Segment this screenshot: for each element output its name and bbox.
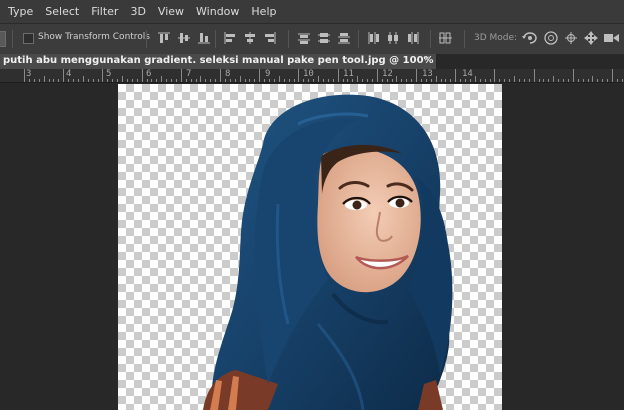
- ruler-label: 4: [66, 69, 72, 79]
- ruler-label: 5: [106, 69, 112, 79]
- horizontal-ruler: 3 4 5 6 7 8 9 10 11 12 13 14: [0, 69, 624, 83]
- options-divider: [12, 30, 13, 48]
- align-right-edges-icon[interactable]: [262, 30, 278, 46]
- 3d-scale-icon[interactable]: [603, 30, 619, 46]
- distribute-left-icon[interactable]: [365, 30, 381, 46]
- 3d-mode-label: 3D Mode:: [474, 33, 518, 43]
- menu-filter[interactable]: Filter: [85, 0, 124, 23]
- options-divider: [146, 30, 147, 48]
- menu-view[interactable]: View: [152, 0, 190, 23]
- options-divider: [464, 30, 465, 48]
- options-divider: [430, 30, 431, 48]
- options-divider: [215, 30, 216, 48]
- menu-3d[interactable]: 3D: [124, 0, 151, 23]
- ruler-label: 11: [343, 69, 354, 79]
- ruler-label: 14: [462, 69, 473, 79]
- distribute-horizontal-centers-icon[interactable]: [385, 30, 401, 46]
- ruler-label: 3: [26, 69, 32, 79]
- align-horizontal-centers-icon[interactable]: [242, 30, 258, 46]
- align-left-edges-icon[interactable]: [222, 30, 238, 46]
- layer-woman-in-hijab: [203, 94, 453, 410]
- ruler-label: 8: [225, 69, 231, 79]
- distribute-top-icon[interactable]: [296, 30, 312, 46]
- align-bottom-edges-icon[interactable]: [196, 30, 212, 46]
- document-tab-bar: putih abu menggunakan gradient. seleksi …: [0, 54, 624, 69]
- 3d-rotate-icon[interactable]: [521, 30, 537, 46]
- menu-window[interactable]: Window: [190, 0, 245, 23]
- 3d-pan-icon[interactable]: [563, 30, 579, 46]
- menu-select[interactable]: Select: [39, 0, 85, 23]
- ruler-label: 9: [265, 69, 271, 79]
- auto-align-layers-icon[interactable]: [438, 30, 454, 46]
- menu-bar: Type Select Filter 3D View Window Help: [0, 0, 624, 23]
- show-transform-controls-label: Show Transform Controls: [38, 32, 150, 42]
- 3d-slide-icon[interactable]: [583, 30, 599, 46]
- options-bar: Show Transform Controls 3D Mode:: [0, 23, 624, 55]
- ruler-label: 13: [422, 69, 433, 79]
- document-tab[interactable]: putih abu menggunakan gradient. seleksi …: [0, 54, 436, 69]
- menu-help[interactable]: Help: [245, 0, 282, 23]
- close-tab-icon[interactable]: ×: [424, 54, 430, 65]
- align-vertical-centers-icon[interactable]: [176, 30, 192, 46]
- show-transform-controls-checkbox[interactable]: [23, 33, 34, 44]
- document-title: putih abu menggunakan gradient. seleksi …: [3, 55, 436, 66]
- 3d-roll-icon[interactable]: [543, 30, 559, 46]
- ruler-label: 12: [382, 69, 393, 79]
- tool-preset-picker[interactable]: [0, 31, 6, 47]
- options-divider: [358, 30, 359, 48]
- ruler-label: 6: [146, 69, 152, 79]
- distribute-vertical-centers-icon[interactable]: [316, 30, 332, 46]
- distribute-bottom-icon[interactable]: [336, 30, 352, 46]
- menu-type[interactable]: Type: [0, 0, 39, 23]
- options-divider: [288, 30, 289, 48]
- ruler-label: 7: [186, 69, 192, 79]
- ruler-label: 10: [303, 69, 314, 79]
- align-top-edges-icon[interactable]: [156, 30, 172, 46]
- distribute-right-icon[interactable]: [405, 30, 421, 46]
- document-canvas[interactable]: [118, 84, 502, 410]
